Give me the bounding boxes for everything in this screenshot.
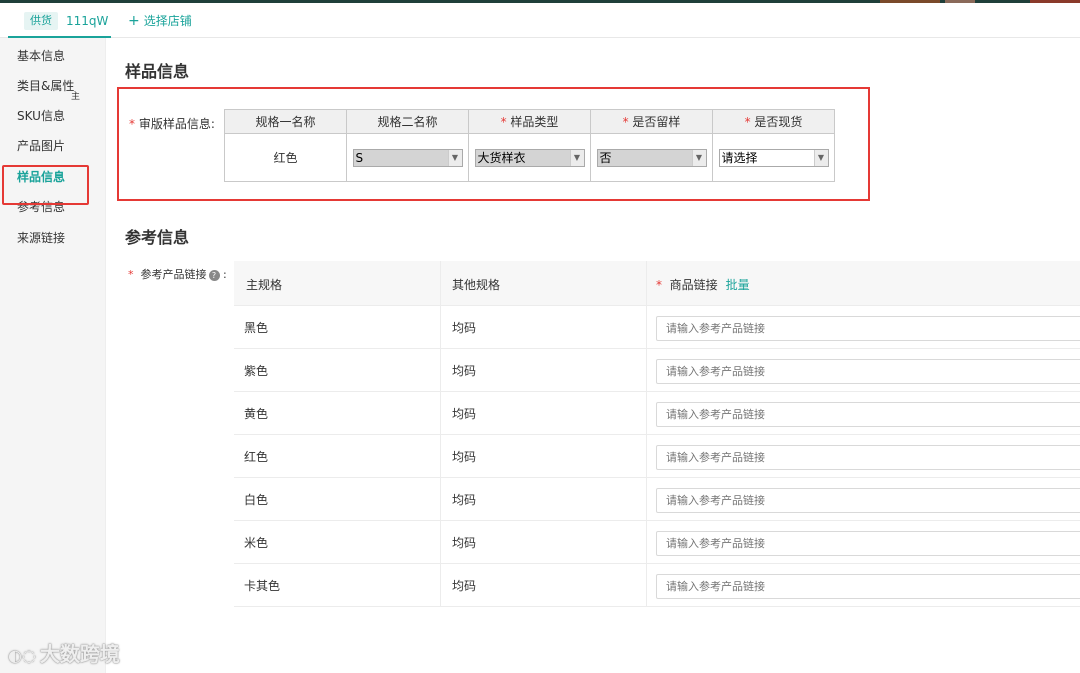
sidebar-item-source-link[interactable]: 来源链接 xyxy=(17,230,65,246)
spec2-select[interactable]: S ▼ xyxy=(352,148,463,167)
col-keep-sample: * 是否留样 xyxy=(590,109,713,134)
sidebar: 基本信息 类目&属性 主 SKU信息 产品图片 样品信息 参考信息 来源链接 xyxy=(0,38,106,673)
select-store-button[interactable]: + 选择店铺 xyxy=(128,12,192,30)
in-stock-select[interactable]: 请选择 ▼ xyxy=(718,148,829,167)
batch-link[interactable]: 批量 xyxy=(726,278,750,292)
sidebar-item-sku-info[interactable]: SKU信息 xyxy=(17,108,65,124)
reference-link-input[interactable] xyxy=(656,488,1080,513)
table-row: 黄色 均码 xyxy=(234,392,1080,435)
sidebar-item-category-attributes[interactable]: 类目&属性 xyxy=(17,78,74,94)
table-row: 红色 均码 xyxy=(234,435,1080,478)
reference-link-input[interactable] xyxy=(656,445,1080,470)
col-sample-type: * 样品类型 xyxy=(468,109,591,134)
reference-section-title: 参考信息 xyxy=(125,228,190,247)
sidebar-sub-glyph: 主 xyxy=(71,92,81,102)
other-spec-cell: 均码 xyxy=(452,364,477,378)
store-name: 111qW xyxy=(66,14,109,28)
table-row: 米色 均码 xyxy=(234,521,1080,564)
other-spec-cell: 均码 xyxy=(452,407,477,421)
sample-table-header: 规格一名称 规格二名称 * 样品类型 * 是否留样 * 是否现货 xyxy=(224,109,835,134)
sidebar-item-basic-info[interactable]: 基本信息 xyxy=(17,48,65,64)
table-row: 白色 均码 xyxy=(234,478,1080,521)
sample-field-label: * 审版样品信息: xyxy=(129,116,215,132)
header-other-spec: 其他规格 xyxy=(452,278,501,292)
other-spec-cell: 均码 xyxy=(452,450,477,464)
col-spec1: 规格一名称 xyxy=(224,109,347,134)
spec2-cell: S ▼ xyxy=(346,133,469,182)
keep-sample-cell: 否 ▼ xyxy=(590,133,713,182)
help-icon[interactable]: ? xyxy=(208,269,220,281)
sample-type-select[interactable]: 大货样衣 ▼ xyxy=(474,148,585,167)
other-spec-cell: 均码 xyxy=(452,321,477,335)
chevron-down-icon: ▼ xyxy=(691,149,706,166)
table-row: 卡其色 均码 xyxy=(234,564,1080,607)
reference-link-input[interactable] xyxy=(656,402,1080,427)
main-spec-cell: 白色 xyxy=(244,493,269,507)
col-in-stock: * 是否现货 xyxy=(712,109,835,134)
required-mark: * xyxy=(128,268,134,281)
other-spec-cell: 均码 xyxy=(452,536,477,550)
reference-field-label: * 参考产品链接? : xyxy=(128,268,227,281)
watermark-text: 大数跨境 xyxy=(39,642,120,666)
main-spec-cell: 红色 xyxy=(244,450,269,464)
main-spec-cell: 黑色 xyxy=(244,321,269,335)
logo-icon: ◐◌ xyxy=(8,646,36,665)
column-divider xyxy=(440,261,441,606)
other-spec-cell: 均码 xyxy=(452,579,477,593)
reference-field-label-text: 参考产品链接 xyxy=(140,268,207,281)
sample-table: 规格一名称 规格二名称 * 样品类型 * 是否留样 * 是否现货 红色 S ▼ 大… xyxy=(224,109,835,182)
plus-icon: + xyxy=(128,13,140,29)
reference-link-input[interactable] xyxy=(656,359,1080,384)
header-product-link: * 商品链接 批量 xyxy=(656,278,750,292)
main-spec-cell: 黄色 xyxy=(244,407,269,421)
sample-section-title: 样品信息 xyxy=(125,62,190,81)
chevron-down-icon: ▼ xyxy=(569,149,584,166)
col-spec2: 规格二名称 xyxy=(346,109,469,134)
watermark-logo: ◐◌ 大数跨境 xyxy=(8,638,120,667)
chevron-down-icon: ▼ xyxy=(813,149,828,166)
reference-link-input[interactable] xyxy=(656,531,1080,556)
main-spec-cell: 卡其色 xyxy=(244,579,281,593)
main-spec-cell: 紫色 xyxy=(244,364,269,378)
highlight-box-sidebar xyxy=(2,165,89,205)
select-store-label: 选择店铺 xyxy=(143,14,192,28)
sample-table-row: 红色 S ▼ 大货样衣 ▼ 否 ▼ 请选择 ▼ xyxy=(224,133,835,182)
required-mark: * xyxy=(129,117,135,131)
reference-table: 主规格 其他规格 * 商品链接批量 黑色均码紫色均码黄色均码红色均码白色均码米色… xyxy=(234,261,1080,607)
main-spec-cell: 米色 xyxy=(244,536,269,550)
table-row: 紫色 均码 xyxy=(234,349,1080,392)
spec1-value: 红色 xyxy=(224,133,347,182)
store-tab-111qw[interactable]: 供货 111qW xyxy=(8,3,111,38)
table-row: 黑色 均码 xyxy=(234,306,1080,349)
keep-sample-select[interactable]: 否 ▼ xyxy=(596,148,707,167)
sidebar-item-product-images[interactable]: 产品图片 xyxy=(17,138,65,154)
sample-field-label-text: 审版样品信息: xyxy=(138,117,215,131)
reference-table-header: 主规格 其他规格 * 商品链接 批量 xyxy=(234,261,1080,306)
in-stock-cell: 请选择 ▼ xyxy=(712,133,835,182)
sample-type-cell: 大货样衣 ▼ xyxy=(468,133,591,182)
header-main-spec: 主规格 xyxy=(246,278,283,292)
supply-badge: 供货 xyxy=(24,12,58,30)
column-divider xyxy=(646,261,647,606)
reference-link-input[interactable] xyxy=(656,316,1080,341)
other-spec-cell: 均码 xyxy=(452,493,477,507)
store-tabbar: 供货 111qW + 选择店铺 xyxy=(0,3,1080,38)
chevron-down-icon: ▼ xyxy=(447,149,462,166)
reference-link-input[interactable] xyxy=(656,574,1080,599)
